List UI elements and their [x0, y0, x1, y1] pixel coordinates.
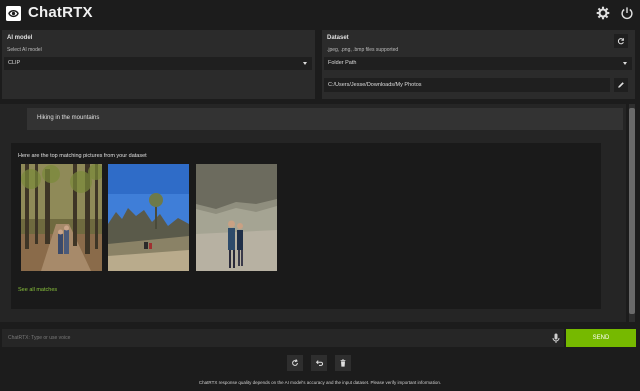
chat-scrollbar-thumb[interactable]: [629, 108, 635, 314]
dataset-select[interactable]: Folder Path: [324, 57, 632, 70]
footer-disclaimer: ChatRTX response quality depends on the …: [198, 380, 442, 385]
chat-input[interactable]: [2, 329, 564, 347]
nvidia-logo-icon: [6, 6, 21, 21]
pencil-icon: [618, 82, 624, 88]
dataset-title: Dataset: [327, 35, 349, 41]
power-icon[interactable]: [620, 6, 634, 20]
dataset-path-field[interactable]: C:/Users/Jesse/Downloads/My Photos: [324, 78, 610, 92]
see-all-matches-link[interactable]: See all matches: [18, 287, 57, 293]
dataset-selected-value: Folder Path: [328, 60, 357, 66]
regenerate-button[interactable]: [287, 355, 303, 371]
result-photo-2[interactable]: [108, 164, 189, 271]
dataset-supported-text: .jpeg, .png, .bmp files supported: [327, 47, 399, 53]
result-photo-3[interactable]: [196, 164, 277, 271]
regenerate-icon: [292, 359, 298, 366]
ai-model-title: AI model: [7, 35, 33, 41]
dataset-path-value: C:/Users/Jesse/Downloads/My Photos: [328, 82, 422, 88]
user-query-bubble: [27, 108, 623, 130]
result-photo-1[interactable]: [21, 164, 102, 271]
user-query-text: Hiking in the mountains: [37, 115, 100, 121]
refresh-icon: [617, 38, 624, 45]
ai-model-select-label: Select AI model: [7, 47, 42, 53]
undo-button[interactable]: [311, 355, 327, 371]
chevron-down-icon: [303, 62, 307, 65]
edit-path-button[interactable]: [614, 78, 628, 92]
ai-model-select[interactable]: CLIP: [4, 57, 312, 70]
send-button-label: SEND: [592, 335, 610, 341]
chat-input-placeholder: ChatRTX: Type or use voice: [8, 335, 71, 341]
mic-icon[interactable]: [551, 333, 561, 344]
response-text: Here are the top matching pictures from …: [18, 153, 147, 159]
refresh-dataset-button[interactable]: [614, 34, 628, 48]
trash-icon: [340, 359, 346, 367]
ai-model-selected-value: CLIP: [8, 60, 21, 66]
app-title: ChatRTX: [28, 4, 93, 21]
gear-icon[interactable]: [596, 6, 610, 20]
undo-icon: [315, 360, 323, 366]
chevron-down-icon: [623, 62, 627, 65]
delete-button[interactable]: [335, 355, 351, 371]
app-header: [0, 0, 640, 28]
